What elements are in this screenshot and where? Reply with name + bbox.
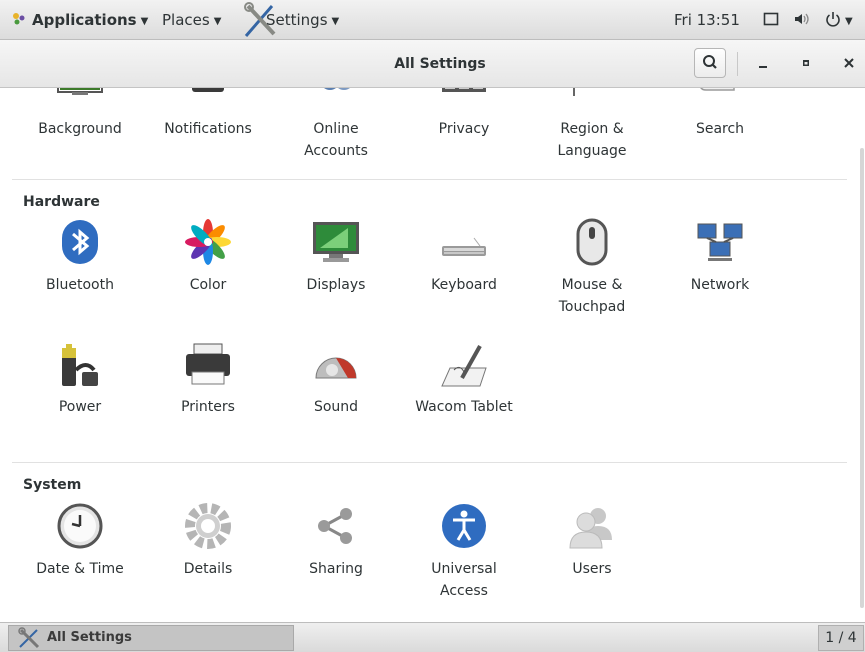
header-bar: All Settings: [0, 40, 865, 88]
power-icon: [62, 344, 98, 386]
tile-label: Online Accounts: [304, 121, 368, 159]
tile-users[interactable]: Users: [528, 502, 656, 582]
tile-background[interactable]: Background: [16, 88, 144, 164]
chevron-down-icon: ▼: [331, 16, 340, 27]
users-icon: [569, 508, 612, 549]
tile-label: Wacom Tablet: [415, 399, 513, 415]
section-divider: [12, 179, 847, 180]
maximize-icon: [803, 60, 809, 66]
applications-menu[interactable]: Applications ▼: [12, 0, 148, 40]
tile-privacy[interactable]: Privacy: [400, 88, 528, 164]
hardware-section-title: Hardware: [23, 194, 100, 210]
chevron-down-icon: ▼: [213, 16, 222, 27]
tile-label: Date & Time: [36, 561, 124, 577]
search-button[interactable]: [694, 48, 726, 78]
tile-sound[interactable]: Sound: [272, 340, 400, 420]
scrollbar[interactable]: [859, 148, 865, 608]
network-icon: [697, 223, 743, 261]
keyboard-icon: [442, 237, 486, 256]
settings-content: Background Notifications Online Accounts…: [0, 88, 865, 622]
screen-icon[interactable]: [763, 0, 779, 40]
tile-label: Bluetooth: [46, 277, 114, 293]
tile-label: Printers: [181, 399, 235, 415]
taskbar-all-settings[interactable]: All Settings: [8, 625, 294, 651]
color-icon: [185, 219, 231, 265]
applications-label: Applications: [32, 11, 137, 29]
tile-label: Power: [58, 399, 102, 415]
header-separator: [737, 52, 738, 76]
tile-online-accounts[interactable]: Online Accounts: [272, 88, 400, 186]
tile-label: Users: [572, 561, 612, 577]
tile-label: Details: [183, 561, 233, 577]
tile-label: Mouse & Touchpad: [558, 277, 626, 315]
power-button-icon: [826, 12, 840, 27]
chevron-down-icon: ▼: [845, 16, 853, 27]
applications-icon: [13, 13, 25, 25]
tile-label: Network: [690, 277, 750, 293]
minimize-button[interactable]: [749, 49, 777, 77]
tile-label: Search: [695, 121, 745, 137]
volume-icon[interactable]: [793, 0, 811, 40]
chevron-down-icon: ▼: [140, 16, 149, 27]
tile-label: Sound: [313, 399, 359, 415]
window-title: All Settings: [394, 56, 486, 72]
tile-color[interactable]: Color: [144, 218, 272, 318]
tile-mouse[interactable]: Mouse & Touchpad: [528, 218, 656, 318]
bottom-panel: All Settings 1 / 4: [0, 622, 865, 652]
gear-icon: [185, 503, 231, 549]
settings-menu-label: Settings: [266, 11, 328, 29]
tile-label: Keyboard: [431, 277, 497, 293]
section-divider: [12, 462, 847, 463]
share-icon: [318, 508, 352, 544]
displays-icon: [313, 222, 359, 262]
tile-printers[interactable]: Printers: [144, 340, 272, 420]
tile-label: Privacy: [438, 121, 490, 137]
places-menu[interactable]: Places ▼: [162, 0, 221, 40]
taskbar-label: All Settings: [47, 630, 132, 645]
tile-power[interactable]: Power: [16, 340, 144, 420]
power-menu[interactable]: ▼: [825, 0, 853, 40]
minimize-icon: [759, 66, 767, 68]
sound-icon: [315, 357, 357, 379]
tile-bluetooth[interactable]: Bluetooth: [16, 218, 144, 318]
tile-label: Sharing: [309, 561, 363, 577]
tile-label: Region & Language: [557, 121, 627, 159]
close-icon: [844, 58, 854, 68]
settings-app-menu[interactable]: Settings ▼: [244, 0, 340, 40]
tile-wacom[interactable]: Wacom Tablet: [400, 340, 528, 420]
tablet-icon: [441, 345, 487, 387]
clock[interactable]: Fri 13:51: [674, 0, 740, 40]
accessibility-icon: [442, 504, 486, 548]
tile-universal-access[interactable]: Universal Access: [400, 502, 528, 602]
tile-label: Notifications: [164, 121, 252, 137]
search-icon: [703, 55, 717, 69]
printer-icon: [186, 343, 230, 385]
mouse-icon: [576, 218, 608, 266]
tile-keyboard[interactable]: Keyboard: [400, 218, 528, 318]
top-panel: Applications ▼ Places ▼ Settings ▼ Fri 13:5…: [0, 0, 865, 40]
tile-displays[interactable]: Displays: [272, 218, 400, 318]
bluetooth-icon: [62, 220, 98, 264]
tile-search[interactable]: Search: [656, 88, 784, 164]
maximize-button[interactable]: [792, 49, 820, 77]
tile-date-time[interactable]: Date & Time: [16, 502, 144, 582]
places-label: Places: [162, 11, 210, 29]
tile-notifications[interactable]: Notifications: [144, 88, 272, 164]
workspace-indicator[interactable]: 1 / 4: [818, 625, 864, 651]
system-section-title: System: [23, 477, 82, 493]
scrollbar-thumb[interactable]: [860, 148, 864, 608]
tile-sharing[interactable]: Sharing: [272, 502, 400, 582]
tile-details[interactable]: Details: [144, 502, 272, 582]
tile-region[interactable]: Region & Language: [528, 88, 656, 186]
tile-label: Color: [189, 277, 227, 293]
clock-icon: [57, 503, 103, 549]
close-button[interactable]: [835, 49, 863, 77]
tile-network[interactable]: Network: [656, 218, 784, 318]
settings-tools-icon: [18, 627, 40, 649]
tile-label: Universal Access: [431, 561, 497, 599]
tile-label: Displays: [306, 277, 366, 293]
tile-label: Background: [38, 121, 122, 137]
